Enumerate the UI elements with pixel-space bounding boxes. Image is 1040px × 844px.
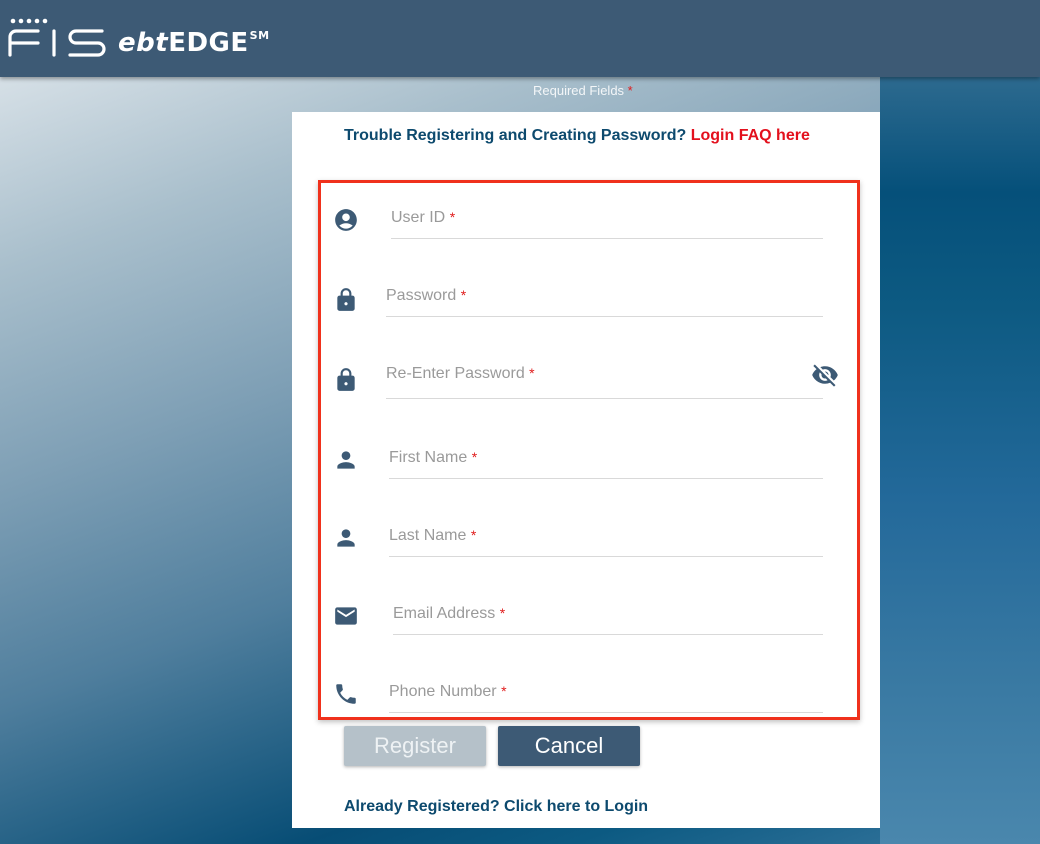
password-input[interactable]: Password *: [386, 277, 823, 317]
reenter-password-field: Re-Enter Password *: [321, 349, 857, 409]
trouble-message: Trouble Registering and Creating Passwor…: [344, 127, 810, 144]
account-circle-icon: [335, 209, 357, 231]
fis-logo-icon: [8, 18, 106, 57]
reenter-password-input[interactable]: Re-Enter Password *: [386, 355, 823, 399]
last-name-field: Last Name *: [321, 511, 857, 571]
top-bar: ebtEDGESM: [0, 0, 1040, 77]
visibility-off-icon[interactable]: [809, 361, 841, 389]
person-icon: [337, 529, 355, 547]
login-faq-link[interactable]: Login FAQ here: [691, 127, 810, 144]
email-field: Email Address *: [321, 589, 857, 649]
required-marker: *: [627, 83, 633, 98]
person-icon: [337, 451, 355, 469]
user-id-input[interactable]: User ID *: [391, 199, 823, 239]
registration-card: Trouble Registering and Creating Passwor…: [292, 112, 880, 828]
email-icon: [335, 607, 357, 625]
required-fields-note: Required Fields *: [533, 83, 633, 98]
email-input[interactable]: Email Address *: [393, 595, 823, 635]
phone-field: Phone Number *: [321, 667, 857, 727]
background-panel: [880, 77, 1040, 844]
cancel-button[interactable]: Cancel: [498, 726, 640, 766]
registration-form: User ID * Password * Re-Enter Password *…: [318, 180, 860, 720]
password-field: Password *: [321, 271, 857, 331]
first-name-field: First Name *: [321, 433, 857, 493]
first-name-input[interactable]: First Name *: [389, 439, 823, 479]
lock-icon: [337, 288, 355, 311]
last-name-input[interactable]: Last Name *: [389, 517, 823, 557]
phone-icon: [336, 684, 356, 704]
lock-icon: [337, 368, 355, 391]
login-link[interactable]: Already Registered? Click here to Login: [344, 798, 648, 816]
user-id-field: User ID *: [321, 193, 857, 253]
phone-input[interactable]: Phone Number *: [389, 673, 823, 713]
ebtedge-logo: ebtEDGESM: [118, 28, 270, 58]
register-button[interactable]: Register: [344, 726, 486, 766]
